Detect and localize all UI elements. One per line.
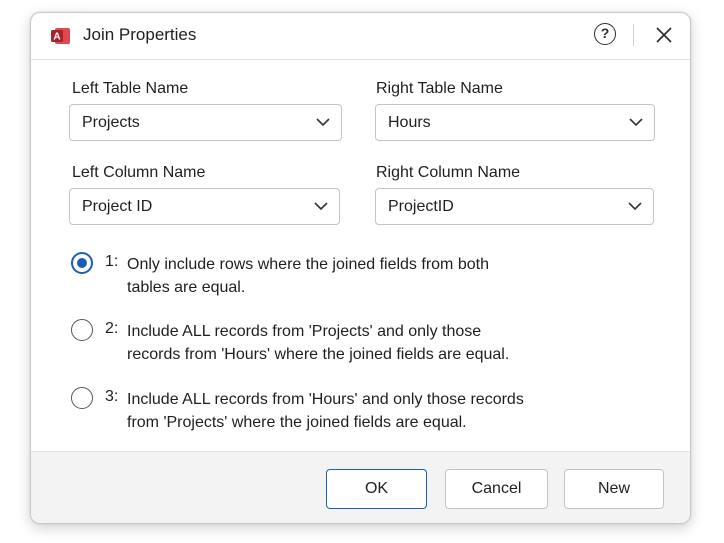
radio-dot xyxy=(77,258,87,268)
option-number: 2: xyxy=(105,320,119,337)
radio-button-selected[interactable] xyxy=(71,252,93,274)
chevron-down-icon xyxy=(628,202,642,211)
right-table-select[interactable]: Hours xyxy=(375,104,655,141)
option-text: Only include rows where the joined field… xyxy=(127,253,489,299)
left-table-label: Left Table Name xyxy=(72,80,189,97)
radio-button[interactable] xyxy=(71,387,93,409)
left-column-select[interactable]: Project ID xyxy=(69,188,340,225)
right-table-value: Hours xyxy=(388,114,431,131)
title-divider xyxy=(31,59,690,60)
option-line-1: Include ALL records from 'Projects' and … xyxy=(127,323,482,340)
option-line-2: from 'Projects' where the joined fields … xyxy=(127,414,467,431)
right-table-label: Right Table Name xyxy=(376,80,503,97)
option-line-2: tables are equal. xyxy=(127,279,246,296)
option-text: Include ALL records from 'Projects' and … xyxy=(127,320,509,366)
new-button[interactable]: New xyxy=(564,469,664,509)
chevron-down-icon xyxy=(316,118,330,127)
close-icon[interactable] xyxy=(651,25,675,45)
radio-button[interactable] xyxy=(71,319,93,341)
svg-text:A: A xyxy=(53,32,60,43)
left-table-value: Projects xyxy=(82,114,140,131)
option-text: Include ALL records from 'Hours' and onl… xyxy=(127,388,524,434)
join-properties-dialog: A Join Properties ? Left Table Name Proj… xyxy=(30,12,691,524)
right-column-value: ProjectID xyxy=(388,198,454,215)
dialog-title: Join Properties xyxy=(83,25,197,44)
option-line-1: Include ALL records from 'Hours' and onl… xyxy=(127,391,524,408)
chevron-down-icon xyxy=(314,202,328,211)
option-line-2: records from 'Hours' where the joined fi… xyxy=(127,346,510,363)
access-app-icon: A xyxy=(51,28,70,44)
chevron-down-icon xyxy=(629,118,643,127)
left-table-select[interactable]: Projects xyxy=(69,104,342,141)
left-column-value: Project ID xyxy=(82,198,153,215)
left-column-label: Left Column Name xyxy=(72,164,206,181)
option-number: 1: xyxy=(105,253,119,270)
title-bar: A Join Properties ? xyxy=(31,13,690,59)
right-column-select[interactable]: ProjectID xyxy=(375,188,654,225)
right-column-label: Right Column Name xyxy=(376,164,521,181)
ok-button[interactable]: OK xyxy=(326,469,427,509)
option-line-1: Only include rows where the joined field… xyxy=(127,256,489,273)
cancel-button[interactable]: Cancel xyxy=(445,469,548,509)
option-number: 3: xyxy=(105,388,119,405)
help-button[interactable]: ? xyxy=(594,23,616,45)
title-separator xyxy=(633,24,634,46)
